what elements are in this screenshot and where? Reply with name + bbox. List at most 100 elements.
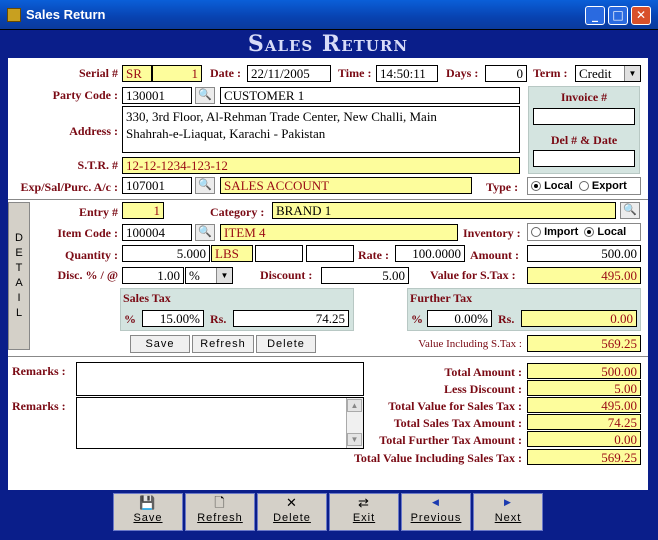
delivery-field[interactable] xyxy=(533,150,635,167)
discount-rate-field[interactable]: 1.00 xyxy=(122,267,184,284)
amount-field[interactable]: 500.00 xyxy=(527,245,641,262)
remarks-field-1[interactable] xyxy=(76,362,364,396)
extra-qty-field-2[interactable] xyxy=(306,245,354,262)
previous-button[interactable]: ◀ Previous xyxy=(401,493,471,531)
detail-tab[interactable]: D E T A I L xyxy=(8,202,30,350)
total-sales-tax-label: Total Sales Tax Amount : xyxy=(393,416,522,430)
arrow-left-icon: ◀ xyxy=(432,497,440,507)
account-name-field[interactable]: SALES ACCOUNT xyxy=(220,177,472,194)
term-value: Credit xyxy=(579,66,612,81)
account-code-field[interactable]: 107001 xyxy=(122,177,192,194)
serial-prefix-field[interactable]: SR xyxy=(122,65,152,82)
amount-label: Amount : xyxy=(470,248,520,262)
entry-label: Entry # xyxy=(79,205,118,219)
refresh-label: Refresh xyxy=(197,512,243,524)
remarks-field-2[interactable] xyxy=(76,397,364,449)
next-button[interactable]: ▶ Next xyxy=(473,493,543,531)
item-name-field[interactable]: ITEM 4 xyxy=(220,224,458,241)
save-button[interactable]: 💾 Save xyxy=(113,493,183,531)
value-incl-stax-field[interactable]: 569.25 xyxy=(527,335,641,352)
discount-label: Discount : xyxy=(260,268,313,282)
save-label: Save xyxy=(133,512,163,524)
close-button[interactable]: ✕ xyxy=(631,6,651,25)
inventory-local-label: Local xyxy=(597,226,627,238)
type-label: Type : xyxy=(486,180,519,194)
type-local-radio[interactable] xyxy=(531,181,541,192)
value-for-stax-label: Value for S.Tax : xyxy=(430,268,516,282)
time-field[interactable]: 14:50:11 xyxy=(376,65,438,82)
discount-field[interactable]: 5.00 xyxy=(321,267,409,284)
delete-label: Delete xyxy=(273,512,311,524)
sales-tax-label: Sales Tax xyxy=(123,291,171,305)
discount-type-value: % xyxy=(189,268,200,283)
detail-delete-button[interactable]: Delete xyxy=(256,335,316,353)
minimize-button[interactable]: _ xyxy=(585,6,605,25)
str-field[interactable]: 12-12-1234-123-12 xyxy=(122,157,520,174)
party-code-field[interactable]: 130001 xyxy=(122,87,192,104)
serial-label: Serial # xyxy=(79,66,118,80)
category-label: Category : xyxy=(210,205,265,219)
further-tax-rs-label: Rs. xyxy=(498,312,515,326)
search-icon[interactable]: 🔍 xyxy=(195,177,215,194)
item-code-field[interactable]: 100004 xyxy=(122,224,192,241)
search-icon[interactable]: 🔍 xyxy=(195,224,215,241)
refresh-button[interactable]: 🗋 Refresh xyxy=(185,493,255,531)
date-field[interactable]: 22/11/2005 xyxy=(247,65,331,82)
serial-number-field[interactable]: 1 xyxy=(152,65,202,82)
time-label: Time : xyxy=(338,66,372,80)
address-field[interactable]: 330, 3rd Floor, Al-Rehman Trade Center, … xyxy=(122,106,520,153)
detail-letter: E xyxy=(15,247,23,259)
days-field[interactable]: 0 xyxy=(485,65,527,82)
inventory-import-radio[interactable] xyxy=(531,227,541,238)
detail-letter: I xyxy=(17,292,21,304)
total-value-stax-field[interactable]: 495.00 xyxy=(527,397,641,413)
further-tax-rs-field[interactable]: 0.00 xyxy=(521,310,637,327)
section-divider xyxy=(8,199,648,200)
days-label: Days : xyxy=(446,66,479,80)
remarks-label-1: Remarks : xyxy=(12,364,66,378)
invoice-field[interactable] xyxy=(533,108,635,125)
total-sales-tax-field[interactable]: 74.25 xyxy=(527,414,641,430)
rate-field[interactable]: 100.0000 xyxy=(395,245,465,262)
sales-tax-rs-field[interactable]: 74.25 xyxy=(233,310,349,327)
sales-tax-percent-field[interactable]: 15.00% xyxy=(142,310,204,327)
exit-button[interactable]: ⇄ Exit xyxy=(329,493,399,531)
maximize-button[interactable]: □ xyxy=(608,6,628,25)
search-icon[interactable]: 🔍 xyxy=(620,202,640,219)
next-label: Next xyxy=(494,512,522,524)
value-for-stax-field[interactable]: 495.00 xyxy=(527,267,641,284)
unit-field[interactable]: LBS xyxy=(211,245,253,262)
invoice-label: Invoice # xyxy=(560,90,608,104)
detail-save-button[interactable]: Save xyxy=(130,335,190,353)
extra-qty-field-1[interactable] xyxy=(255,245,303,262)
chevron-down-icon[interactable]: ▼ xyxy=(624,66,640,81)
address-line-1: 330, 3rd Floor, Al-Rehman Trade Center, … xyxy=(126,109,437,124)
type-export-radio[interactable] xyxy=(578,181,589,192)
entry-field[interactable]: 1 xyxy=(122,202,164,219)
inventory-label: Inventory : xyxy=(463,226,521,240)
inventory-local-radio[interactable] xyxy=(584,227,595,238)
category-field[interactable]: BRAND 1 xyxy=(272,202,616,219)
total-incl-stax-field[interactable]: 569.25 xyxy=(527,449,641,465)
quantity-field[interactable]: 5.000 xyxy=(122,245,210,262)
value-incl-stax-label: Value Including S.Tax : xyxy=(418,338,522,350)
save-icon: 💾 xyxy=(139,495,157,510)
item-code-label: Item Code : xyxy=(57,226,118,240)
further-tax-percent-field[interactable]: 0.00% xyxy=(427,310,492,327)
search-icon[interactable]: 🔍 xyxy=(195,87,215,104)
chevron-down-icon[interactable]: ▼ xyxy=(216,268,232,283)
total-amount-field[interactable]: 500.00 xyxy=(527,363,641,379)
detail-refresh-button[interactable]: Refresh xyxy=(192,335,254,353)
str-label: S.T.R. # xyxy=(77,158,118,172)
less-discount-field[interactable]: 5.00 xyxy=(527,380,641,396)
sales-tax-rs-label: Rs. xyxy=(210,312,227,326)
delete-button[interactable]: ✕ Delete xyxy=(257,493,327,531)
total-amount-label: Total Amount : xyxy=(444,365,522,379)
detail-letter: D xyxy=(15,232,23,244)
address-line-2: Shahrah-e-Liaquat, Karachi - Pakistan xyxy=(126,126,326,141)
total-further-tax-field[interactable]: 0.00 xyxy=(527,431,641,447)
inventory-import-label: Import xyxy=(544,226,579,238)
address-label: Address : xyxy=(69,124,118,138)
document-icon: 🗋 xyxy=(214,495,226,510)
party-name-field[interactable]: CUSTOMER 1 xyxy=(220,87,520,104)
